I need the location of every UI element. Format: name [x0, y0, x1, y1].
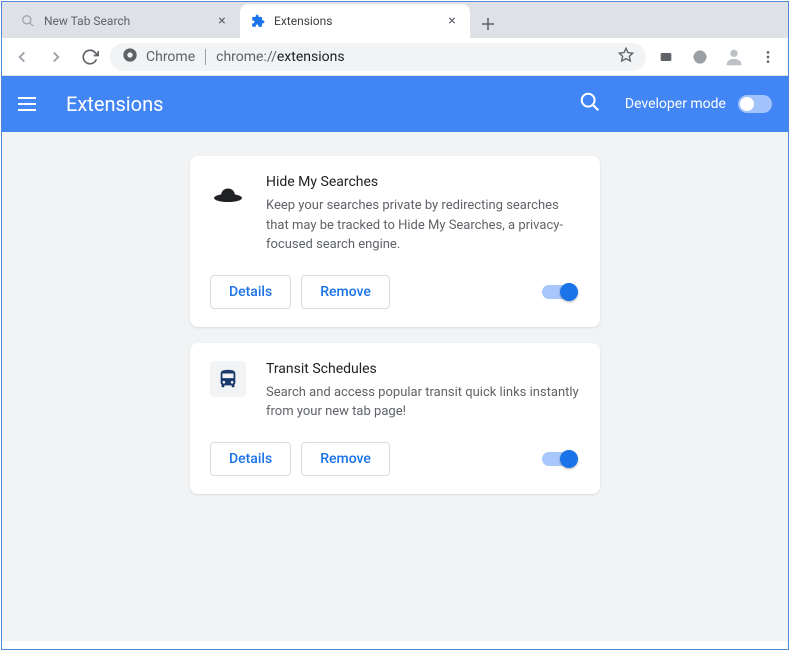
remove-button[interactable]: Remove [301, 275, 390, 309]
tab-extensions[interactable]: Extensions × [240, 4, 470, 38]
extension-name: Transit Schedules [266, 361, 580, 377]
extension-puzzle-icon [250, 13, 266, 29]
page-title: Extensions [66, 92, 555, 116]
remove-button[interactable]: Remove [301, 442, 390, 476]
developer-mode-toggle[interactable] [738, 95, 772, 113]
menu-button[interactable] [754, 43, 782, 71]
tab-label: Extensions [274, 14, 332, 28]
browser-toolbar: Chrome chrome://extensions [2, 38, 788, 76]
extension-description: Search and access popular transit quick … [266, 383, 580, 422]
details-button[interactable]: Details [210, 442, 291, 476]
extension-name: Hide My Searches [266, 174, 580, 190]
new-tab-button[interactable] [474, 10, 502, 38]
address-bar[interactable]: Chrome chrome://extensions [110, 43, 646, 71]
extensions-header: Extensions Developer mode [2, 76, 788, 132]
close-icon[interactable]: × [444, 13, 460, 29]
omnibox-path-suffix: extensions [277, 49, 345, 65]
extension-enable-toggle[interactable] [542, 285, 576, 299]
divider [205, 49, 206, 65]
bookmark-star-icon[interactable] [618, 47, 634, 67]
extension-card: Hide My Searches Keep your searches priv… [190, 156, 600, 327]
search-icon [20, 13, 36, 29]
tab-strip: New Tab Search × Extensions × [2, 2, 788, 38]
extension-description: Keep your searches private by redirectin… [266, 196, 580, 255]
search-icon[interactable] [579, 91, 601, 117]
hat-icon [210, 174, 246, 210]
extension-icon-2[interactable] [686, 43, 714, 71]
extension-card: Transit Schedules Search and access popu… [190, 343, 600, 494]
reload-button[interactable] [76, 43, 104, 71]
tab-new-tab-search[interactable]: New Tab Search × [10, 4, 240, 38]
details-button[interactable]: Details [210, 275, 291, 309]
extension-icon-1[interactable] [652, 43, 680, 71]
back-button[interactable] [8, 43, 36, 71]
close-icon[interactable]: × [214, 13, 230, 29]
forward-button[interactable] [42, 43, 70, 71]
profile-avatar[interactable] [720, 43, 748, 71]
omnibox-path-prefix: chrome:// [216, 49, 277, 65]
developer-mode-label: Developer mode [625, 96, 726, 112]
chrome-scheme-icon [122, 47, 138, 67]
hamburger-menu-button[interactable] [18, 92, 42, 116]
omnibox-scheme-label: Chrome [146, 49, 195, 65]
extensions-list: Hide My Searches Keep your searches priv… [2, 132, 788, 641]
tab-label: New Tab Search [44, 14, 130, 28]
extension-enable-toggle[interactable] [542, 452, 576, 466]
bus-icon [210, 361, 246, 397]
